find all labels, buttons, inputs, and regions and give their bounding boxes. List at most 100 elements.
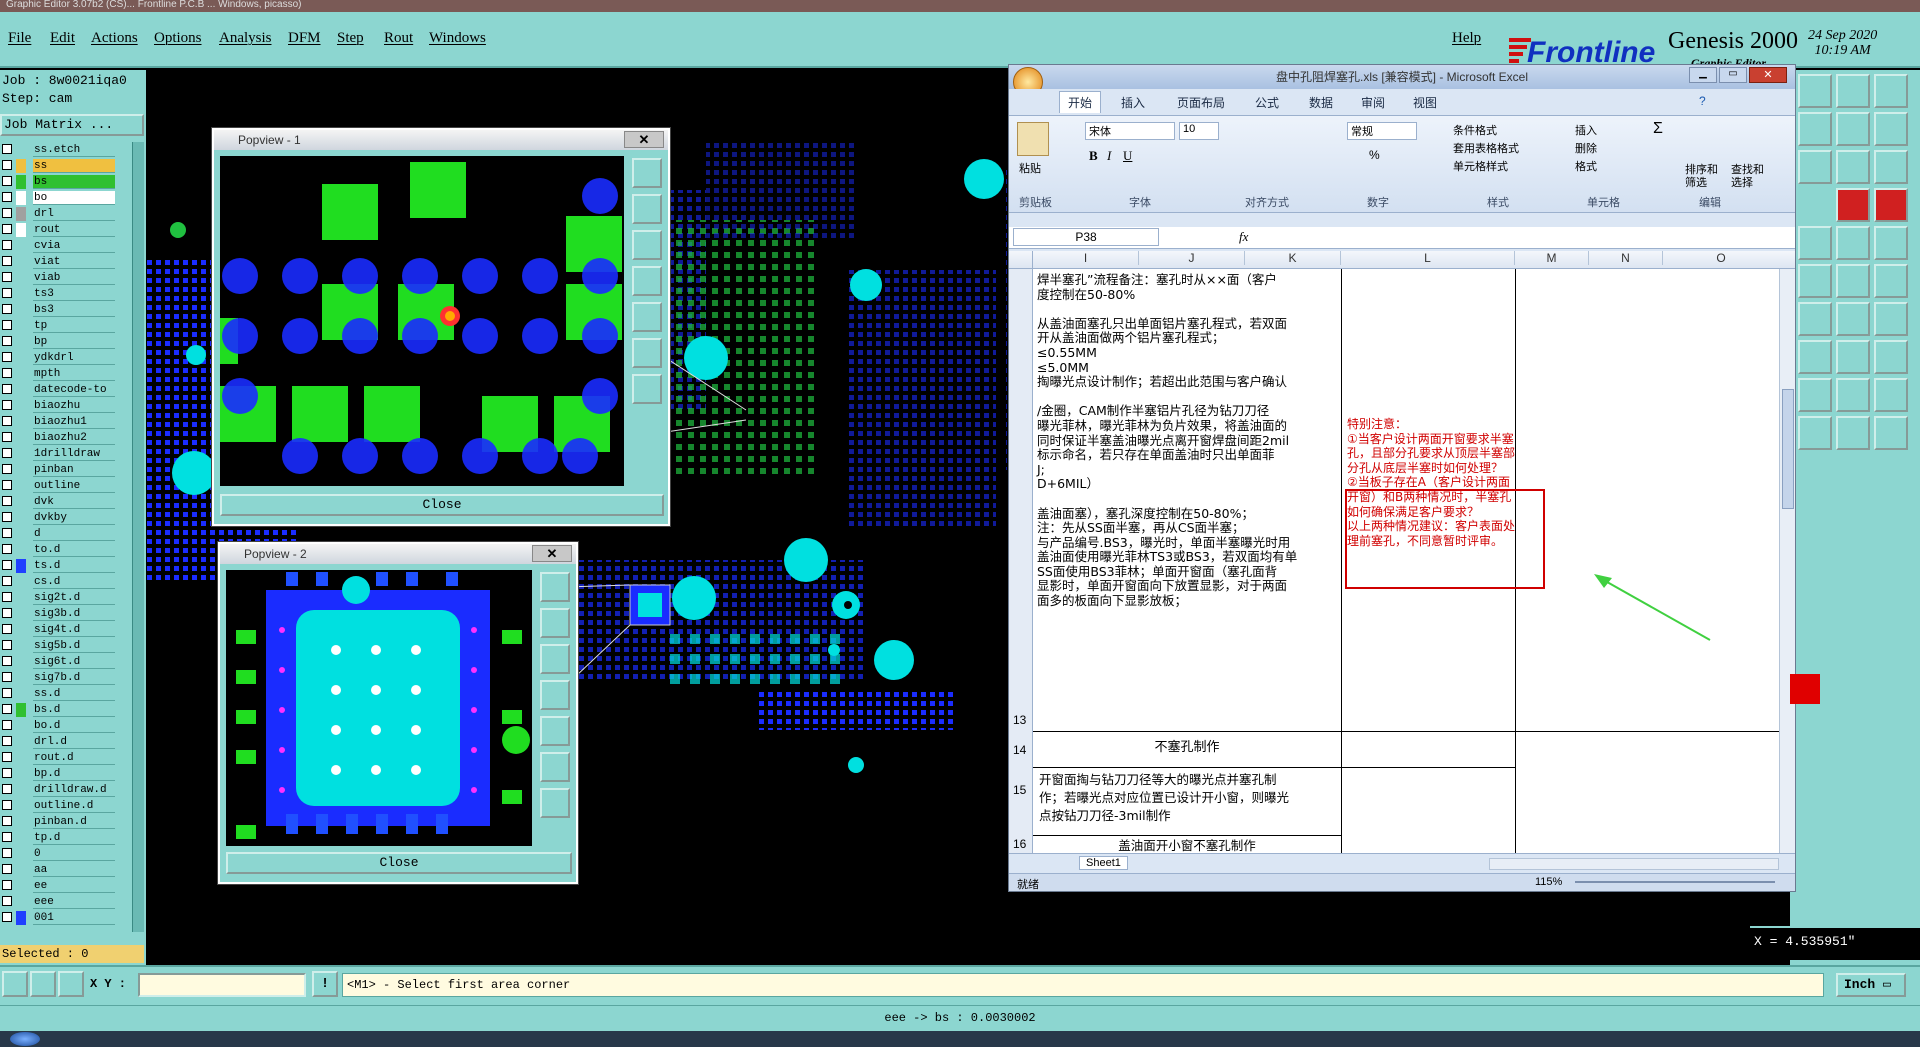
tool-copy-icon[interactable] <box>1874 340 1908 374</box>
bold-button[interactable]: B <box>1089 148 1098 164</box>
layer-checkbox[interactable] <box>2 704 12 714</box>
layer-checkbox[interactable] <box>2 752 12 762</box>
autosum-icon[interactable]: Σ <box>1653 120 1663 138</box>
paste-icon[interactable] <box>1017 122 1049 156</box>
layer-row[interactable]: ts3 <box>0 286 132 302</box>
function-icon[interactable]: fx <box>1239 229 1248 245</box>
format-button[interactable]: 格式 <box>1575 158 1597 174</box>
layer-checkbox[interactable] <box>2 272 12 282</box>
tool-view-icon[interactable] <box>1798 74 1832 108</box>
layer-row[interactable]: ss.etch <box>0 142 132 158</box>
layer-color-swatch[interactable] <box>16 543 26 557</box>
layer-name[interactable]: outline <box>33 479 115 493</box>
layer-row[interactable]: eee <box>0 894 132 910</box>
layer-name[interactable]: mpth <box>33 367 115 381</box>
percent-button[interactable]: % <box>1369 148 1380 162</box>
popview-2-close-icon[interactable]: ✕ <box>532 545 572 562</box>
layer-name[interactable]: datecode-to <box>33 383 115 397</box>
layer-name[interactable]: ydkdrl <box>33 351 115 365</box>
layer-row[interactable]: cs.d <box>0 574 132 590</box>
layer-row[interactable]: bo.d <box>0 718 132 734</box>
layer-name[interactable]: ts.d <box>33 559 115 573</box>
layer-checkbox[interactable] <box>2 640 12 650</box>
layer-name[interactable]: ts3 <box>33 287 115 301</box>
layer-name[interactable]: sig6t.d <box>33 655 115 669</box>
tab-view[interactable]: 视图 <box>1413 94 1437 111</box>
layer-checkbox[interactable] <box>2 192 12 202</box>
layer-row[interactable]: drl.d <box>0 734 132 750</box>
layer-row[interactable]: dvkby <box>0 510 132 526</box>
popview-1-home-icon[interactable] <box>632 302 662 332</box>
layer-name[interactable]: ss.d <box>33 687 115 701</box>
layer-checkbox[interactable] <box>2 160 12 170</box>
number-format-combo[interactable]: 常规 <box>1347 122 1417 140</box>
popview-1-expand-icon[interactable] <box>632 338 662 368</box>
layer-checkbox[interactable] <box>2 672 12 682</box>
layer-checkbox[interactable] <box>2 608 12 618</box>
layer-color-swatch[interactable] <box>16 847 26 861</box>
layer-name[interactable]: rout <box>33 223 115 237</box>
layer-row[interactable]: to.d <box>0 542 132 558</box>
maximize-icon[interactable]: ▭ <box>1719 67 1747 83</box>
layer-color-swatch[interactable] <box>16 479 26 493</box>
ruler-icon[interactable] <box>2 971 28 997</box>
layer-color-swatch[interactable] <box>16 559 26 573</box>
layer-color-swatch[interactable] <box>16 207 26 221</box>
units-dropdown[interactable]: Inch ▭ <box>1836 973 1906 997</box>
layer-row[interactable]: sig3b.d <box>0 606 132 622</box>
layer-name[interactable]: ss <box>33 159 115 173</box>
layer-checkbox[interactable] <box>2 336 12 346</box>
layer-checkbox[interactable] <box>2 400 12 410</box>
menu-analysis[interactable]: Analysis <box>219 30 272 47</box>
help-icon[interactable]: ? <box>1699 94 1706 108</box>
row-header-15[interactable]: 15 <box>1013 783 1026 797</box>
row-header-16[interactable]: 16 <box>1013 837 1026 851</box>
layer-row[interactable]: ss <box>0 158 132 174</box>
layer-checkbox[interactable] <box>2 528 12 538</box>
minimize-icon[interactable]: ▁ <box>1689 67 1717 83</box>
layer-row[interactable]: bs3 <box>0 302 132 318</box>
tool-surface-icon[interactable] <box>1874 302 1908 336</box>
menu-rout[interactable]: Rout <box>384 30 413 47</box>
col-header-o[interactable]: O <box>1663 251 1779 265</box>
menu-dfm[interactable]: DFM <box>288 30 321 47</box>
layer-color-swatch[interactable] <box>16 495 26 509</box>
layer-row[interactable]: bp <box>0 334 132 350</box>
sort-filter-button[interactable]: 排序和筛选 <box>1685 164 1725 190</box>
step-field[interactable]: Step: cam <box>0 90 144 108</box>
layer-row[interactable]: dvk <box>0 494 132 510</box>
tool-draw-icon[interactable] <box>1798 302 1832 336</box>
layer-row[interactable]: biaozhu2 <box>0 430 132 446</box>
layer-checkbox[interactable] <box>2 864 12 874</box>
layer-checkbox[interactable] <box>2 832 12 842</box>
tool-pad-icon[interactable] <box>1836 226 1870 260</box>
layer-color-swatch[interactable] <box>16 319 26 333</box>
grid-icon[interactable] <box>58 971 84 997</box>
layer-color-swatch[interactable] <box>16 895 26 909</box>
layer-checkbox[interactable] <box>2 736 12 746</box>
layer-row[interactable]: biaozhu <box>0 398 132 414</box>
zoom-slider[interactable] <box>1575 881 1775 883</box>
tool-layer-icon[interactable] <box>1874 74 1908 108</box>
layer-name[interactable]: pinban <box>33 463 115 477</box>
font-size-combo[interactable]: 10 <box>1179 122 1219 140</box>
layer-name[interactable]: bp <box>33 335 115 349</box>
layer-row[interactable]: pinban.d <box>0 814 132 830</box>
layer-row[interactable]: outline <box>0 478 132 494</box>
layer-color-swatch[interactable] <box>16 623 26 637</box>
menu-file[interactable]: File <box>8 30 31 47</box>
tool-window-icon[interactable] <box>1836 112 1870 146</box>
layer-checkbox[interactable] <box>2 208 12 218</box>
tool-select-icon[interactable] <box>1874 226 1908 260</box>
layer-checkbox[interactable] <box>2 368 12 378</box>
tool-scale-icon[interactable] <box>1836 150 1870 184</box>
layer-checkbox[interactable] <box>2 912 12 922</box>
layer-name[interactable]: viab <box>33 271 115 285</box>
popview-1-zoom-in-icon[interactable] <box>632 194 662 224</box>
layer-row[interactable]: ydkdrl <box>0 350 132 366</box>
layer-checkbox[interactable] <box>2 624 12 634</box>
layer-name[interactable]: biaozhu <box>33 399 115 413</box>
layer-checkbox[interactable] <box>2 544 12 554</box>
popview-1-close-icon[interactable]: ✕ <box>624 131 664 148</box>
col-header-i[interactable]: I <box>1033 251 1139 265</box>
